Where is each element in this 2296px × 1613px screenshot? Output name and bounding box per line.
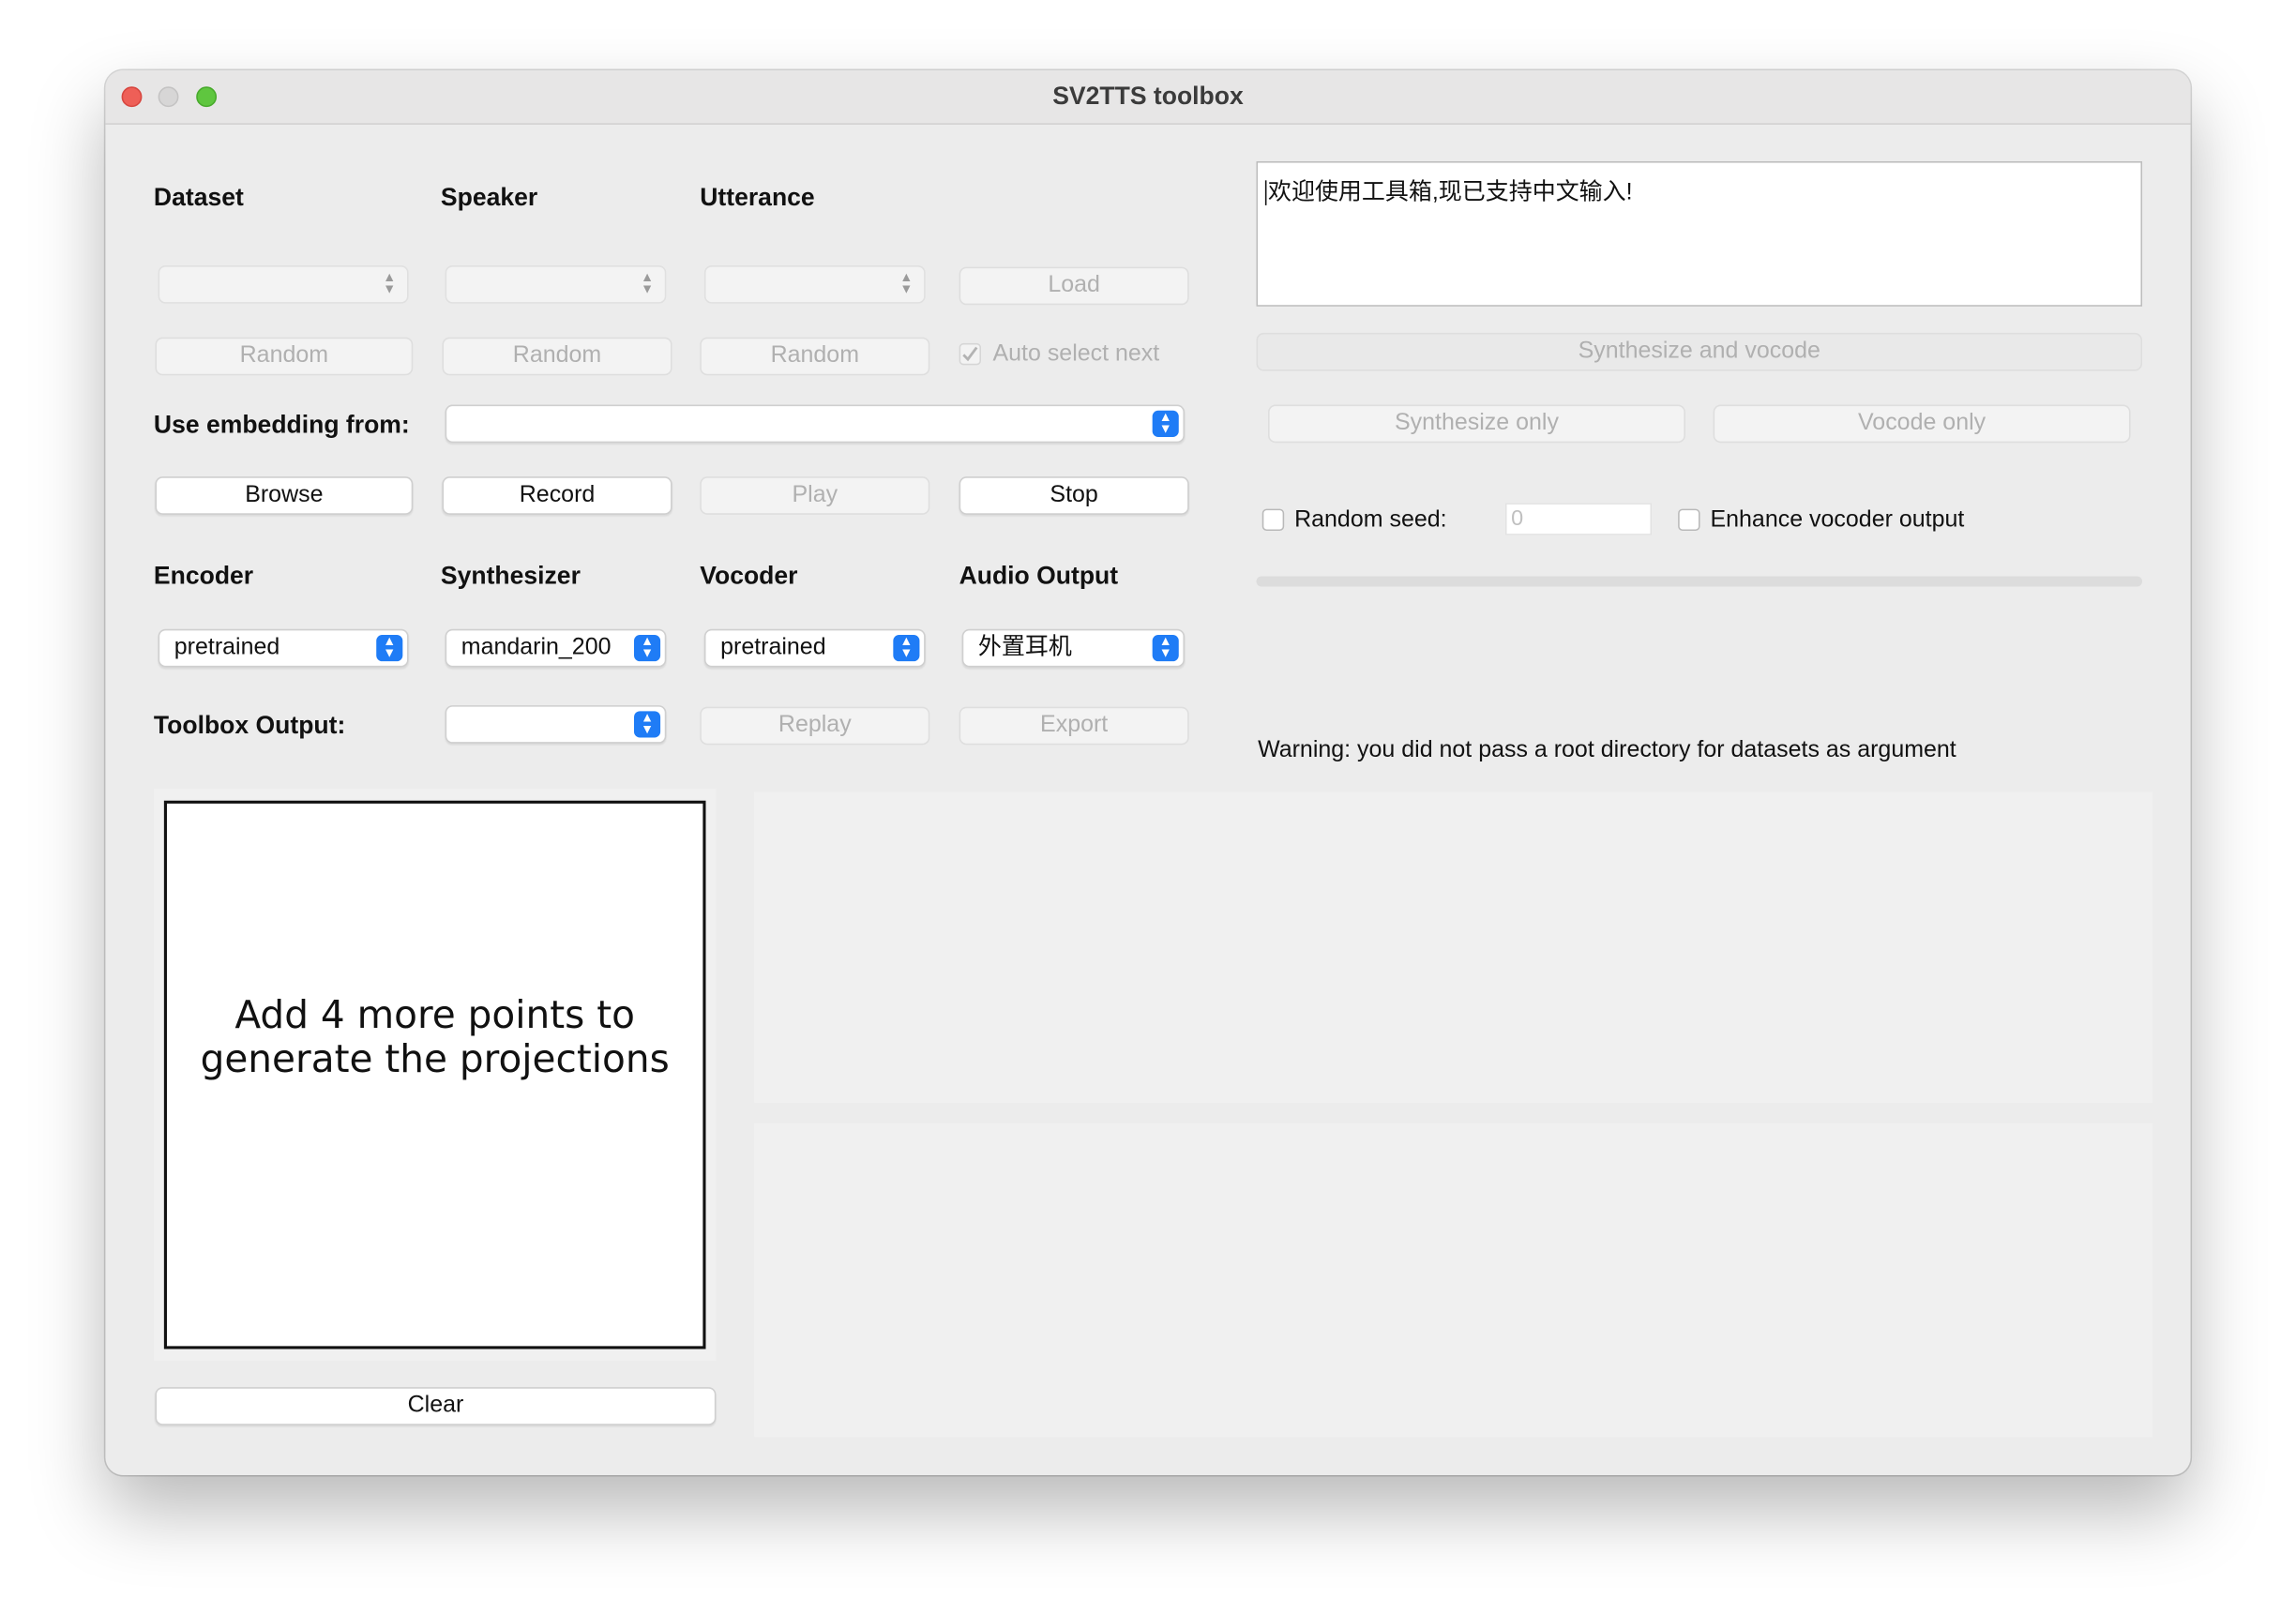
- audio-output-value: 外置耳机: [977, 635, 1072, 660]
- encoder-label: Encoder: [153, 561, 254, 590]
- app-window: SV2TTS toolbox Dataset Speaker Utterance…: [105, 70, 2191, 1475]
- random-seed-checkbox[interactable]: [1261, 508, 1285, 532]
- checkmark-icon: [962, 346, 978, 362]
- chevron-updown-icon: ▲ ▼: [893, 634, 920, 662]
- chevron-updown-icon: ▲ ▼: [383, 269, 397, 296]
- random-seed-input[interactable]: 0: [1504, 503, 1653, 535]
- auto-select-label: Auto select next: [992, 341, 1160, 367]
- toolbox-output-label: Toolbox Output:: [153, 711, 346, 740]
- progress-bar: [1256, 576, 2143, 587]
- warning-text: Warning: you did not pass a root directo…: [1258, 737, 1956, 763]
- enhance-vocoder-label: Enhance vocoder output: [1710, 507, 1965, 533]
- synthesis-text: 欢迎使用工具箱,现已支持中文输入!: [1264, 180, 1633, 205]
- toolbox-output-select[interactable]: ▲ ▼: [445, 705, 667, 744]
- speaker-select[interactable]: ▲ ▼: [445, 265, 667, 304]
- synthesizer-select[interactable]: mandarin_200 ▲ ▼: [445, 628, 667, 668]
- synthesizer-label: Synthesizer: [440, 561, 581, 590]
- use-embedding-label: Use embedding from:: [153, 410, 410, 439]
- random-dataset-button[interactable]: Random: [155, 337, 414, 376]
- random-speaker-button[interactable]: Random: [442, 337, 672, 376]
- projections-canvas[interactable]: Add 4 more points to generate the projec…: [163, 800, 706, 1349]
- encoder-select[interactable]: pretrained ▲ ▼: [158, 628, 409, 668]
- chevron-updown-icon: ▲ ▼: [633, 634, 661, 662]
- record-button[interactable]: Record: [442, 476, 672, 515]
- replay-button[interactable]: Replay: [700, 706, 930, 746]
- projections-message-line-2: generate the projections: [200, 1038, 670, 1082]
- chevron-updown-icon: ▲ ▼: [899, 269, 914, 296]
- spectrogram-panel: [754, 791, 2152, 1103]
- chevron-updown-icon: ▲ ▼: [1152, 634, 1179, 662]
- auto-select-checkbox[interactable]: [959, 342, 982, 366]
- synthesis-text-input[interactable]: 欢迎使用工具箱,现已支持中文输入!: [1256, 160, 2143, 307]
- load-button[interactable]: Load: [959, 266, 1189, 306]
- projections-message: Add 4 more points to generate the projec…: [167, 994, 702, 1082]
- chevron-updown-icon: ▲ ▼: [641, 269, 655, 296]
- speaker-label: Speaker: [440, 183, 538, 212]
- vocoder-value: pretrained: [720, 635, 826, 660]
- export-button[interactable]: Export: [959, 706, 1189, 746]
- stop-button[interactable]: Stop: [959, 476, 1189, 515]
- vocode-only-button[interactable]: Vocode only: [1713, 404, 2131, 444]
- utterance-label: Utterance: [700, 183, 815, 212]
- synthesize-only-button[interactable]: Synthesize only: [1267, 404, 1685, 444]
- chevron-updown-icon: ▲ ▼: [376, 634, 403, 662]
- play-button[interactable]: Play: [700, 476, 930, 515]
- browse-button[interactable]: Browse: [155, 476, 414, 515]
- title-bar[interactable]: SV2TTS toolbox: [105, 70, 2191, 125]
- synthesizer-value: mandarin_200: [461, 635, 612, 660]
- vocoder-label: Vocoder: [700, 561, 798, 590]
- dataset-select[interactable]: ▲ ▼: [158, 265, 409, 304]
- embedding-source-select[interactable]: ▲ ▼: [445, 404, 1186, 444]
- waveform-panel: [754, 1123, 2152, 1438]
- encoder-value: pretrained: [174, 635, 280, 660]
- audio-output-label: Audio Output: [959, 561, 1119, 590]
- enhance-vocoder-checkbox[interactable]: [1678, 508, 1700, 532]
- vocoder-select[interactable]: pretrained ▲ ▼: [703, 628, 926, 668]
- clear-button[interactable]: Clear: [155, 1387, 717, 1425]
- audio-output-select[interactable]: 外置耳机 ▲ ▼: [961, 628, 1186, 668]
- chevron-updown-icon: ▲ ▼: [633, 711, 661, 738]
- synthesize-and-vocode-button[interactable]: Synthesize and vocode: [1256, 332, 2143, 371]
- dataset-label: Dataset: [153, 183, 244, 212]
- random-utterance-button[interactable]: Random: [700, 337, 930, 376]
- chevron-updown-icon: ▲ ▼: [1152, 410, 1179, 437]
- window-title: SV2TTS toolbox: [1052, 82, 1244, 111]
- projections-panel: Add 4 more points to generate the projec…: [153, 789, 717, 1362]
- random-seed-label: Random seed:: [1294, 507, 1447, 533]
- projections-message-line-1: Add 4 more points to: [234, 994, 635, 1039]
- utterance-select[interactable]: ▲ ▼: [703, 265, 926, 304]
